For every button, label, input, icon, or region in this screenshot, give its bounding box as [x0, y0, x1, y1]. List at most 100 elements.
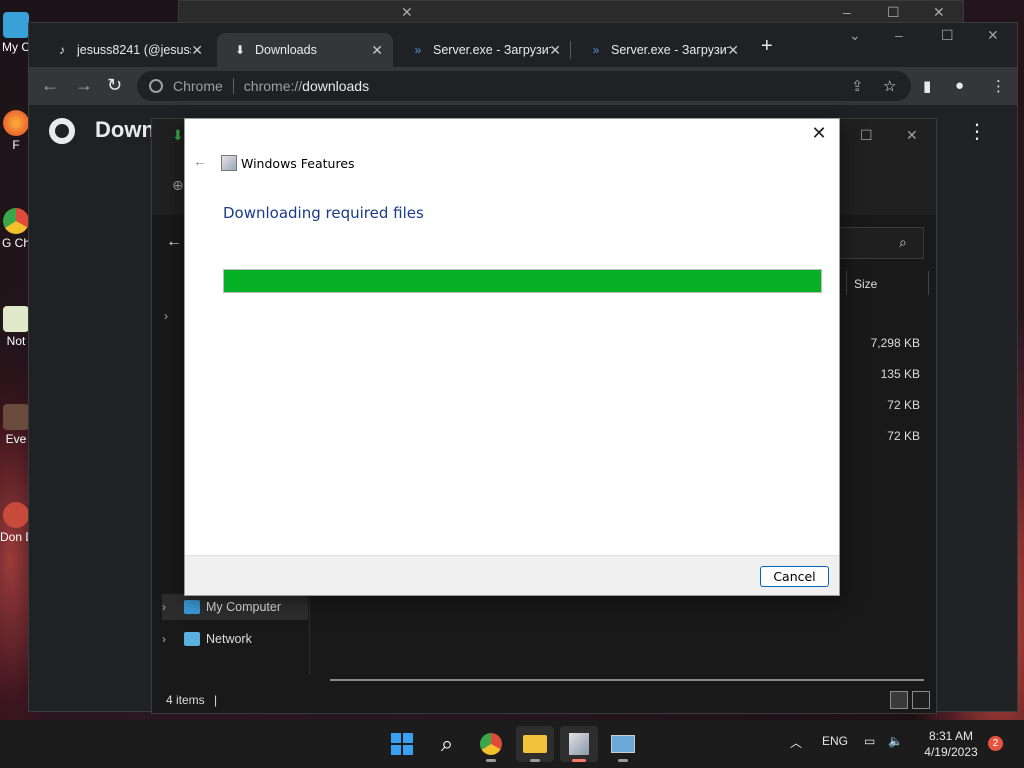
nav-item-network[interactable]: › Network	[162, 626, 308, 652]
tab-server-2[interactable]: » Server.exe - Загрузит ✕	[573, 33, 749, 67]
download-icon: ⬇	[234, 43, 246, 57]
chevron-up-icon[interactable]: ︿	[790, 734, 802, 751]
background-window: ✕ – ☐ ✕	[178, 0, 964, 24]
taskbar-windows-features[interactable]	[560, 726, 598, 762]
tab-tiktok[interactable]: ♪ jesuss8241 (@jesuss8 ✕	[39, 33, 213, 67]
address-bar[interactable]: Chrome chrome://downloads	[137, 71, 911, 101]
side-panel-icon[interactable]: ▮	[923, 77, 931, 95]
close-icon: ✕	[401, 4, 413, 20]
chevron-right-icon: ›	[162, 632, 166, 646]
search-button[interactable]: ⌕	[428, 726, 466, 762]
chrome-logo-icon	[49, 118, 75, 144]
folder-icon	[523, 735, 547, 753]
running-indicator	[486, 759, 496, 762]
windows-features-icon	[569, 733, 589, 755]
monitor-icon	[611, 735, 635, 753]
back-arrow-icon[interactable]: ←	[193, 153, 207, 169]
clock[interactable]: 8:31 AM 4/19/2023	[920, 728, 982, 760]
windows-features-dialog: ✕ ← Windows Features Downloading require…	[184, 118, 840, 596]
horizontal-scrollbar[interactable]	[330, 679, 924, 681]
notepad-icon	[3, 306, 29, 332]
details-view-button[interactable]	[890, 691, 908, 709]
dialog-title: Windows Features	[241, 156, 355, 171]
download-icon: ⬇	[172, 127, 184, 143]
tab-close-icon[interactable]: ✕	[371, 42, 383, 59]
windows-logo-icon	[391, 733, 413, 755]
volume-icon[interactable]: 🔈	[888, 734, 903, 748]
chrome-toolbar: ← → ↻ Chrome chrome://downloads ⇪ ☆ ▮ ● …	[29, 67, 1017, 105]
chevron-right-icon: »	[592, 43, 600, 57]
computer-icon	[3, 12, 29, 38]
chrome-icon	[480, 733, 502, 755]
omnibox-divider	[232, 78, 234, 94]
chevron-down-icon[interactable]: ⌄	[849, 27, 861, 44]
add-icon[interactable]: ⊕	[172, 177, 184, 194]
file-size: 7,298 KB	[870, 336, 920, 350]
chevron-right-icon[interactable]: ›	[164, 309, 168, 323]
close-icon: ✕	[933, 4, 945, 20]
computer-icon	[184, 600, 200, 614]
status-bar: 4 items |	[166, 693, 218, 707]
active-indicator	[572, 759, 586, 762]
column-divider	[846, 271, 847, 295]
tab-separator	[570, 41, 571, 59]
bookmark-star-icon[interactable]: ☆	[883, 77, 896, 95]
file-size: 72 KB	[887, 398, 920, 412]
text-cursor: |	[214, 693, 218, 707]
dialog-footer: Cancel	[185, 555, 839, 595]
new-tab-button[interactable]: +	[761, 35, 773, 58]
search-field[interactable]: ⌕	[836, 227, 924, 259]
share-icon[interactable]: ⇪	[851, 77, 864, 95]
tab-close-icon[interactable]: ✕	[727, 42, 739, 59]
progress-fill	[224, 270, 821, 292]
tab-downloads[interactable]: ⬇ Downloads ✕	[217, 33, 393, 67]
file-size: 135 KB	[880, 367, 920, 381]
network-icon	[184, 632, 200, 646]
tab-close-icon[interactable]: ✕	[549, 42, 561, 59]
start-button[interactable]	[383, 726, 421, 762]
running-indicator	[530, 759, 540, 762]
forward-button[interactable]: →	[75, 75, 93, 95]
network-icon[interactable]: ▭	[864, 734, 875, 748]
minimize-icon: –	[843, 4, 851, 20]
file-size: 72 KB	[887, 429, 920, 443]
taskbar-chrome[interactable]	[472, 726, 510, 762]
tiles-view-button[interactable]	[912, 691, 930, 709]
profile-icon[interactable]: ●	[955, 77, 964, 94]
cancel-button[interactable]: Cancel	[760, 566, 829, 587]
search-icon: ⌕	[440, 731, 454, 756]
minimize-button[interactable]: –	[895, 27, 903, 43]
chevron-right-icon: ›	[162, 600, 166, 614]
tab-server-1[interactable]: » Server.exe - Загрузит ✕	[395, 33, 571, 67]
menu-icon[interactable]: ⋮	[991, 77, 1006, 95]
tab-strip: ♪ jesuss8241 (@jesuss8 ✕ ⬇ Downloads ✕ »…	[29, 23, 1017, 67]
back-button[interactable]: ←	[41, 75, 59, 95]
chevron-right-icon: »	[414, 43, 422, 57]
reload-button[interactable]: ↻	[107, 75, 122, 95]
close-button[interactable]: ✕	[906, 127, 918, 144]
close-button[interactable]: ✕	[987, 27, 999, 44]
firefox-icon	[3, 110, 29, 136]
app-icon	[3, 502, 29, 528]
chrome-icon	[3, 208, 29, 234]
language-indicator[interactable]: ENG	[822, 734, 848, 748]
dialog-heading: Downloading required files	[223, 204, 424, 222]
notification-badge[interactable]: 2	[988, 736, 1003, 751]
taskbar-file-explorer[interactable]	[516, 726, 554, 762]
column-divider	[928, 271, 929, 295]
more-options-icon[interactable]: ⋮	[967, 119, 987, 144]
tab-close-icon[interactable]: ✕	[191, 42, 203, 59]
maximize-button[interactable]: ☐	[860, 127, 873, 144]
search-icon: ⌕	[899, 234, 907, 250]
chrome-site-icon	[149, 79, 163, 93]
windows-features-icon	[221, 155, 237, 171]
maximize-icon: ☐	[887, 4, 900, 20]
app-icon	[3, 404, 29, 430]
download-progress-bar	[223, 269, 822, 293]
close-button[interactable]: ✕	[807, 123, 831, 144]
maximize-button[interactable]: ☐	[941, 27, 954, 44]
running-indicator	[618, 759, 628, 762]
taskbar-resource-monitor[interactable]	[604, 726, 642, 762]
tiktok-icon: ♪	[59, 43, 65, 57]
nav-item-my-computer[interactable]: › My Computer	[162, 594, 308, 620]
